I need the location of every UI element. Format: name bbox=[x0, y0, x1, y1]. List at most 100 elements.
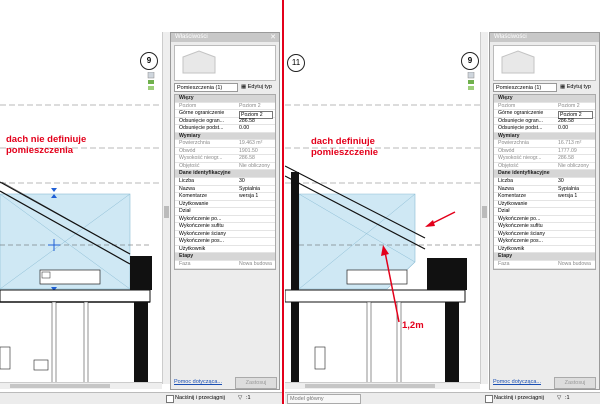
property-row[interactable]: Odsunięcie podst... 0.00 bbox=[175, 125, 275, 133]
property-row[interactable]: Użytkowanie bbox=[175, 201, 275, 209]
filter-icon[interactable]: ▽ bbox=[557, 393, 561, 404]
nav-wheel-icon[interactable] bbox=[146, 71, 156, 92]
property-value[interactable]: Nowa budowa bbox=[239, 261, 273, 269]
properties-grid[interactable]: Więzy Poziom Poziom 2 Górne ograniczenie Poz… bbox=[174, 94, 276, 270]
property-row[interactable]: Obwód 1777.09 bbox=[494, 148, 595, 156]
property-row[interactable]: Objętość Nie obliczony bbox=[175, 163, 275, 171]
property-row[interactable]: Wykończenie sufitu bbox=[494, 223, 595, 231]
section-header[interactable]: Więzy bbox=[175, 95, 275, 103]
property-row[interactable]: Powierzchnia 19.463 m² bbox=[175, 140, 275, 148]
property-value[interactable]: Poziom 2 bbox=[239, 103, 273, 111]
property-row[interactable]: Komentarze wersja 1 bbox=[494, 193, 595, 201]
property-value[interactable]: wersja 1 bbox=[558, 193, 593, 201]
type-selector[interactable]: Pomieszczenia (1) bbox=[174, 83, 238, 92]
property-value[interactable]: Nie obliczony bbox=[558, 163, 593, 171]
view-tag-left[interactable]: 9 bbox=[140, 52, 158, 70]
property-row[interactable]: Wykończenie pos... bbox=[175, 238, 275, 246]
section-header[interactable]: Dane identyfikacyjne bbox=[175, 170, 275, 179]
section-header[interactable]: Etapy bbox=[175, 253, 275, 262]
property-row[interactable]: Komentarze wersja 1 bbox=[175, 193, 275, 201]
property-value[interactable]: Poziom 2 bbox=[558, 103, 593, 111]
edit-type-button[interactable]: ▦ Edytuj typ bbox=[241, 82, 281, 93]
property-row[interactable]: Odsunięcie ogran... 286.58 bbox=[494, 118, 595, 126]
right-drawing-view[interactable]: dach definiuje pomieszczenie 1,2m 11 9 bbox=[285, 32, 480, 388]
property-row[interactable]: Dział bbox=[494, 208, 595, 216]
property-value[interactable]: Sypialnia bbox=[239, 186, 273, 194]
property-value[interactable]: 286.58 bbox=[239, 155, 273, 163]
apply-button[interactable]: Zastosuj bbox=[235, 377, 277, 389]
view-tag-right[interactable]: 9 bbox=[461, 52, 479, 70]
edit-type-button[interactable]: ▦ Edytuj typ bbox=[560, 82, 600, 93]
property-value[interactable]: 16.713 m² bbox=[558, 140, 593, 148]
property-row[interactable]: Poziom Poziom 2 bbox=[175, 103, 275, 111]
section-header[interactable]: Dane identyfikacyjne bbox=[494, 170, 595, 179]
property-row[interactable]: Użytkownik bbox=[175, 246, 275, 254]
property-row[interactable]: Nazwa Sypialnia bbox=[494, 186, 595, 194]
property-value[interactable]: Nie obliczony bbox=[239, 163, 273, 171]
section-header[interactable]: Wymiary bbox=[175, 132, 275, 141]
type-selector[interactable]: Pomieszczenia (1) bbox=[493, 83, 557, 92]
drag-checkbox[interactable] bbox=[166, 395, 174, 403]
property-value[interactable]: 1777.09 bbox=[558, 148, 593, 156]
help-link[interactable]: Pomoc dotycząca... bbox=[174, 379, 222, 385]
properties-grid[interactable]: Więzy Poziom Poziom 2 Górne ograniczenie Poz… bbox=[493, 94, 596, 270]
help-link[interactable]: Pomoc dotycząca... bbox=[493, 379, 541, 385]
property-row[interactable]: Faza Nowa budowa bbox=[175, 261, 275, 269]
apply-button[interactable]: Zastosuj bbox=[554, 377, 596, 389]
section-header[interactable]: Etapy bbox=[494, 253, 595, 262]
property-label: Nazwa bbox=[179, 185, 195, 192]
left-horizontal-scrollbar[interactable] bbox=[0, 382, 162, 389]
property-row[interactable]: Wykończenie po... bbox=[494, 216, 595, 224]
property-value[interactable]: 19.463 m² bbox=[239, 140, 273, 148]
property-row[interactable]: Użytkownik bbox=[494, 246, 595, 254]
property-row[interactable]: Wykończenie po... bbox=[175, 216, 275, 224]
property-label: Objętość bbox=[179, 162, 200, 169]
property-row[interactable]: Liczba 30 bbox=[175, 178, 275, 186]
level-tag[interactable]: 11 bbox=[287, 54, 305, 72]
property-value[interactable]: Sypialnia bbox=[558, 186, 593, 194]
model-selector[interactable]: Model główny bbox=[287, 394, 361, 404]
property-value[interactable]: 30 bbox=[239, 178, 273, 186]
property-row[interactable]: Górne ograniczenie Poziom 2 bbox=[175, 110, 275, 119]
right-vertical-scrollbar[interactable] bbox=[480, 32, 488, 384]
property-label: Użytkownik bbox=[498, 245, 525, 252]
property-row[interactable]: Wykończenie sufitu bbox=[175, 223, 275, 231]
property-value[interactable]: Nowa budowa bbox=[558, 261, 593, 269]
close-icon[interactable]: ✕ bbox=[270, 34, 276, 41]
property-value[interactable]: 286.58 bbox=[558, 155, 593, 163]
left-annotation: dach nie definiuje pomieszczenia bbox=[6, 134, 86, 156]
property-row[interactable]: Liczba 30 bbox=[494, 178, 595, 186]
property-row[interactable]: Wykończenie ściany bbox=[175, 231, 275, 239]
property-row[interactable]: Powierzchnia 16.713 m² bbox=[494, 140, 595, 148]
property-value[interactable]: 286.58 bbox=[558, 118, 593, 126]
property-row[interactable]: Wysokość nieogr... 286.58 bbox=[494, 155, 595, 163]
property-row[interactable]: Wykończenie ściany bbox=[494, 231, 595, 239]
property-row[interactable]: Nazwa Sypialnia bbox=[175, 186, 275, 194]
property-row[interactable]: Poziom Poziom 2 bbox=[494, 103, 595, 111]
drag-checkbox[interactable] bbox=[485, 395, 493, 403]
property-value[interactable]: 286.58 bbox=[239, 118, 273, 126]
section-header[interactable]: Wymiary bbox=[494, 132, 595, 141]
section-header[interactable]: Więzy bbox=[494, 95, 595, 103]
property-value[interactable]: 0.00 bbox=[558, 125, 593, 133]
property-row[interactable]: Odsunięcie podst... 0.00 bbox=[494, 125, 595, 133]
left-drawing-view[interactable]: dach nie definiuje pomieszczenia 9 bbox=[0, 32, 162, 388]
property-value[interactable]: wersja 1 bbox=[239, 193, 273, 201]
property-row[interactable]: Faza Nowa budowa bbox=[494, 261, 595, 269]
property-value[interactable]: 30 bbox=[558, 178, 593, 186]
right-horizontal-scrollbar[interactable] bbox=[285, 382, 480, 389]
property-row[interactable]: Odsunięcie ogran... 286.58 bbox=[175, 118, 275, 126]
property-row[interactable]: Obwód 1901.50 bbox=[175, 148, 275, 156]
left-vertical-scrollbar[interactable] bbox=[162, 32, 170, 384]
property-value[interactable]: 1901.50 bbox=[239, 148, 273, 156]
property-value[interactable]: 0.00 bbox=[239, 125, 273, 133]
filter-icon[interactable]: ▽ bbox=[238, 393, 242, 404]
nav-wheel-icon[interactable] bbox=[466, 71, 476, 92]
property-row[interactable]: Górne ograniczenie Poziom 2 bbox=[494, 110, 595, 119]
property-row[interactable]: Objętość Nie obliczony bbox=[494, 163, 595, 171]
left-annotation-line2: pomieszczenia bbox=[6, 145, 74, 156]
property-row[interactable]: Wykończenie pos... bbox=[494, 238, 595, 246]
property-row[interactable]: Wysokość nieogr... 286.58 bbox=[175, 155, 275, 163]
property-row[interactable]: Dział bbox=[175, 208, 275, 216]
property-row[interactable]: Użytkowanie bbox=[494, 201, 595, 209]
